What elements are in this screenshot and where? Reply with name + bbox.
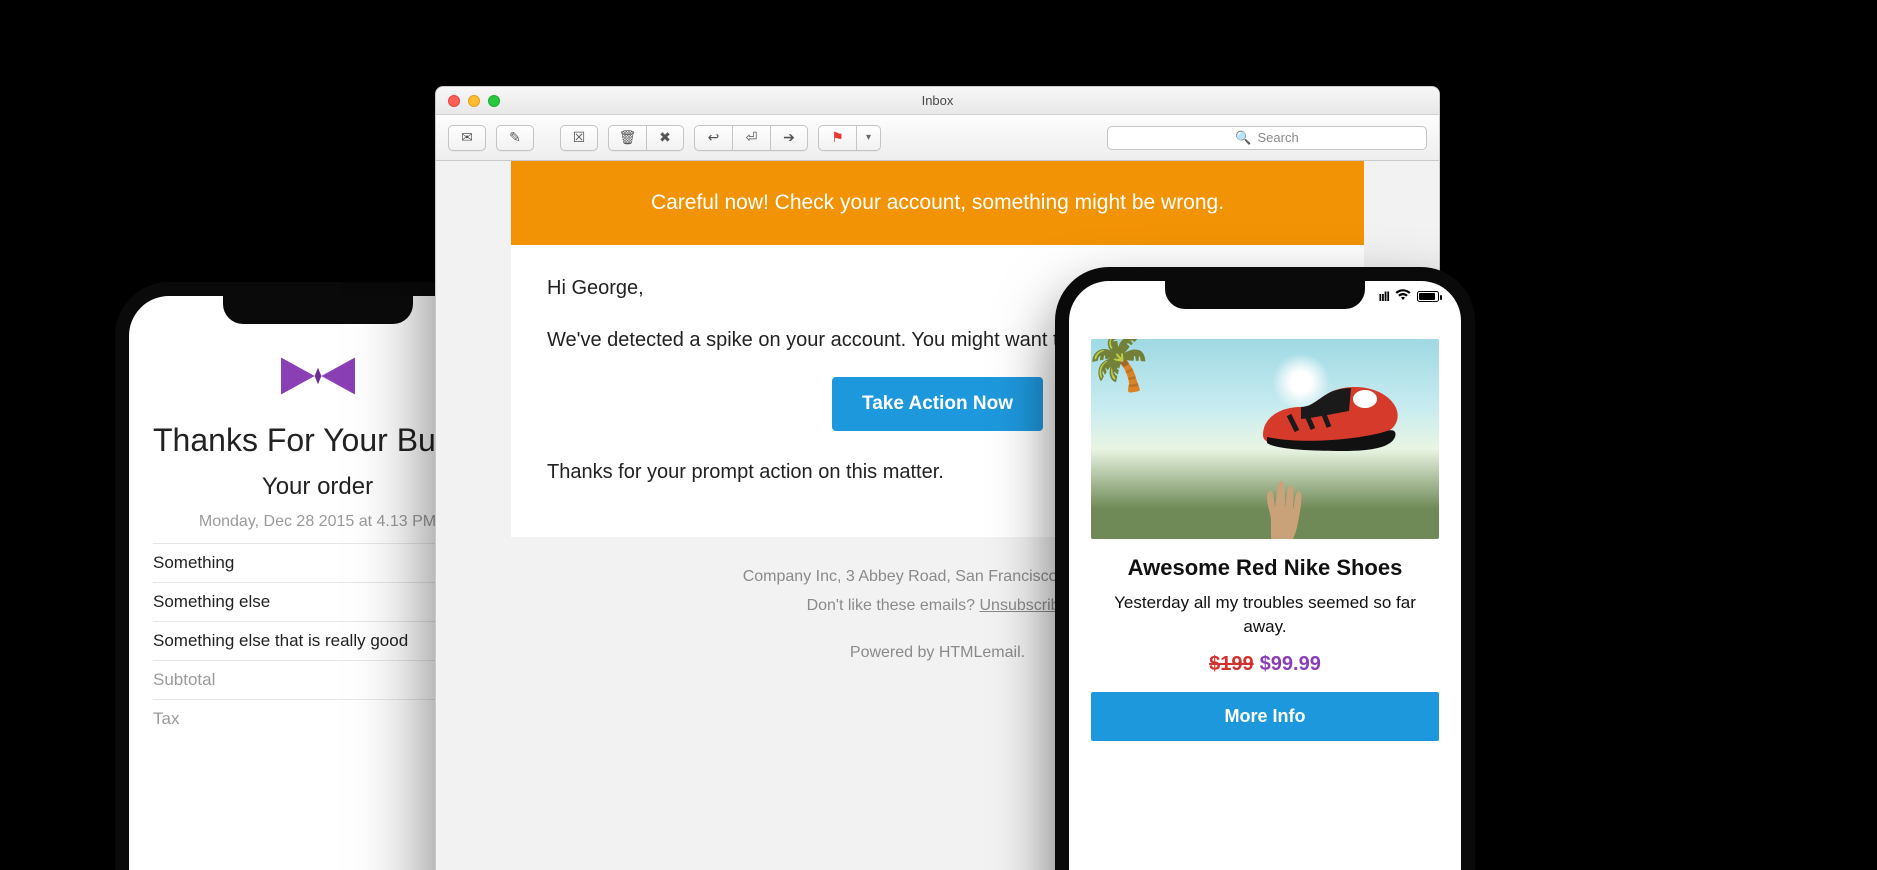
search-placeholder: Search [1257, 130, 1298, 145]
forward-button[interactable]: ➔ [770, 125, 808, 151]
flag-icon: ⚑ [831, 129, 844, 146]
archive-icon: ☒ [573, 129, 586, 146]
tax-row: Tax [153, 699, 482, 738]
phone-product: ııll 🌴 [1055, 267, 1475, 870]
bowtie-icon [276, 352, 360, 400]
flag-group: ⚑ ▾ [818, 125, 881, 151]
product-description: Yesterday all my troubles seemed so far … [1091, 591, 1439, 639]
receipt-subtitle: Your order [153, 473, 482, 501]
product-title: Awesome Red Nike Shoes [1091, 555, 1439, 581]
flag-menu-button[interactable]: ▾ [856, 125, 881, 151]
shoe-illustration [1253, 367, 1403, 459]
phone-notch [1165, 279, 1365, 309]
battery-icon [1417, 291, 1439, 302]
envelope-icon: ✉︎ [461, 129, 473, 146]
junk-icon: ✖ [659, 129, 671, 146]
minimize-button[interactable] [468, 95, 480, 107]
receipt-list: Something Something else Something else … [153, 543, 482, 738]
reply-all-button[interactable]: ⏎ [732, 125, 770, 151]
chevron-down-icon: ▾ [866, 132, 871, 143]
reply-icon: ↩ [708, 129, 720, 146]
reply-all-icon: ⏎ [746, 129, 758, 146]
maximize-button[interactable] [488, 95, 500, 107]
list-item: Something [153, 543, 482, 582]
price-new: $99.99 [1260, 653, 1321, 675]
receipt-date: Monday, Dec 28 2015 at 4.13 PM [153, 513, 482, 531]
take-action-button[interactable]: Take Action Now [832, 377, 1043, 431]
footer-question: Don't like these emails? [807, 597, 980, 614]
search-icon: 🔍 [1235, 130, 1251, 146]
traffic-lights [436, 95, 500, 107]
junk-button[interactable]: ✖ [646, 125, 684, 151]
list-item: Something else [153, 582, 482, 621]
price-old: $199 [1209, 653, 1254, 675]
delete-button[interactable]: 🗑 [608, 125, 646, 151]
reply-group: ↩ ⏎ ➔ [694, 125, 808, 151]
list-item: Something else that is really good [153, 621, 482, 660]
product-image: 🌴 [1091, 339, 1439, 539]
palm-icon: 🌴 [1091, 339, 1161, 404]
price-row: $199 $99.99 [1091, 653, 1439, 676]
reply-button[interactable]: ↩ [694, 125, 732, 151]
delete-junk-group: 🗑 ✖ [608, 125, 684, 151]
compose-icon: ✎ [509, 129, 521, 146]
titlebar: Inbox [436, 87, 1439, 115]
trash-icon: 🗑 [619, 129, 637, 146]
stage: Thanks For Your Business Your order Mond… [0, 0, 1877, 870]
receipt-title: Thanks For Your Business [153, 422, 482, 459]
flag-button[interactable]: ⚑ [818, 125, 856, 151]
toolbar: ✉︎ ✎ ☒ 🗑 ✖ ↩ ⏎ ➔ ⚑ ▾ 🔍 Search [436, 115, 1439, 161]
close-button[interactable] [448, 95, 460, 107]
search-wrap: 🔍 Search [1107, 126, 1427, 150]
search-input[interactable]: 🔍 Search [1107, 126, 1427, 150]
forward-icon: ➔ [783, 129, 795, 146]
signal-icon: ııll [1379, 289, 1389, 304]
window-title: Inbox [436, 93, 1439, 108]
product-content: 🌴 Awesome Red Nike Shoes [1069, 281, 1461, 741]
subtotal-row: Subtotal [153, 660, 482, 699]
archive-button[interactable]: ☒ [560, 125, 598, 151]
get-mail-button[interactable]: ✉︎ [448, 125, 486, 151]
more-info-button[interactable]: More Info [1091, 692, 1439, 741]
phone-notch [223, 294, 413, 324]
hand-illustration [1237, 473, 1315, 539]
compose-button[interactable]: ✎ [496, 125, 534, 151]
status-bar: ııll [1379, 289, 1439, 304]
wifi-icon [1395, 289, 1411, 304]
warning-banner: Careful now! Check your account, somethi… [511, 161, 1364, 245]
